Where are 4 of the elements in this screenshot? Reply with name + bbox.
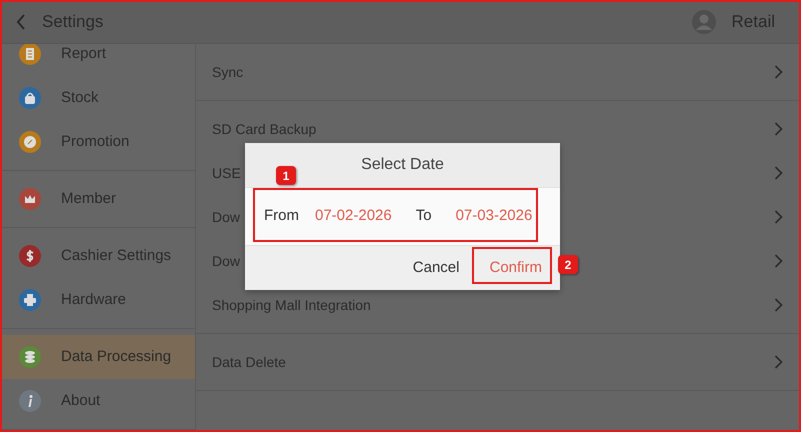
to-label: To — [416, 206, 432, 226]
from-label: From — [264, 206, 299, 226]
step-number: 2 — [558, 255, 578, 274]
step-number: 1 — [276, 166, 296, 185]
